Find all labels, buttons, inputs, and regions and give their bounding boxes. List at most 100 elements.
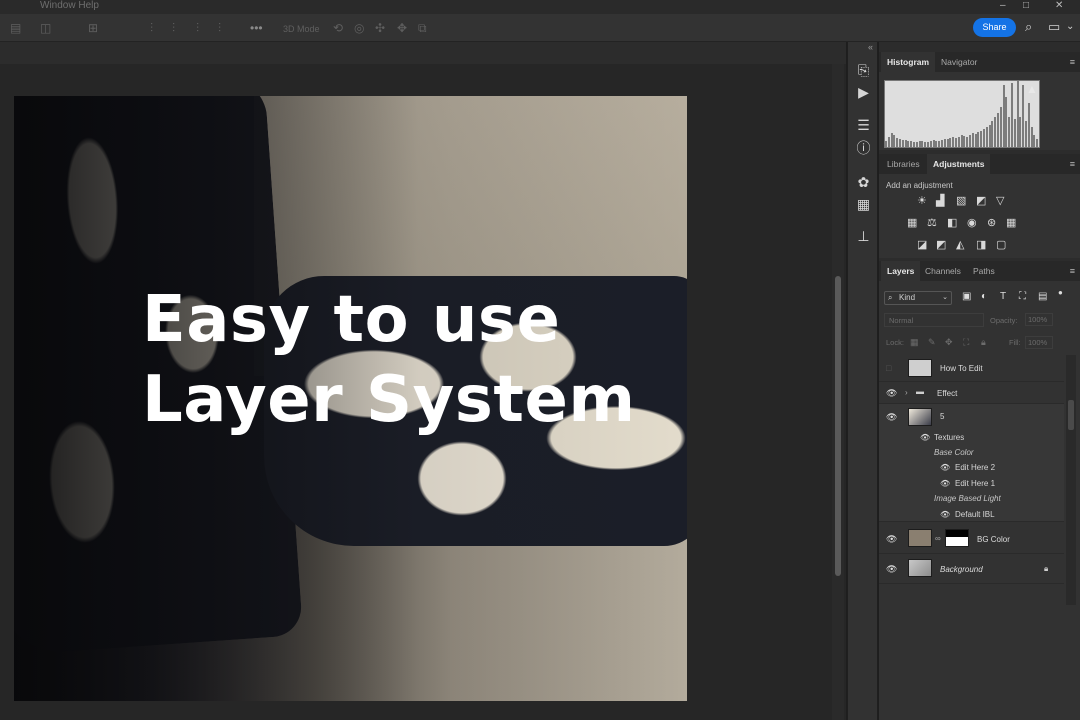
actions-play-icon[interactable]: ▶	[848, 84, 879, 100]
warning-icon[interactable]: ▲	[1026, 82, 1038, 96]
eye-icon[interactable]: 👁︎	[886, 564, 897, 575]
eye-icon[interactable]: 👁︎	[886, 412, 897, 423]
tab-adjustments[interactable]: Adjustments	[927, 154, 991, 174]
hue-saturation-icon[interactable]: ▦	[907, 217, 917, 229]
history-icon[interactable]: ⎘	[848, 62, 879, 78]
histogram-bar	[924, 142, 927, 147]
vibrance-icon[interactable]: ▽	[996, 195, 1004, 207]
tool-option-icon[interactable]: ⊞	[88, 21, 98, 35]
selective-color-icon[interactable]: ▢	[996, 239, 1006, 251]
collapse-icon[interactable]: «	[868, 42, 873, 52]
eye-icon[interactable]: 👁︎	[940, 463, 950, 472]
properties-icon[interactable]: ☰	[848, 117, 879, 133]
posterize-icon[interactable]: ◩	[936, 239, 946, 251]
eye-icon[interactable]: 👁︎	[920, 433, 930, 442]
link-icon[interactable]: ∞	[935, 534, 941, 543]
edit-here-2-label[interactable]: Edit Here 2	[955, 463, 995, 472]
filter-type-icon[interactable]: T	[1000, 291, 1006, 302]
brightness-icon[interactable]: ☀	[917, 195, 927, 207]
workspace-icon[interactable]: ▭	[1048, 19, 1060, 35]
filter-toggle-icon[interactable]: ●	[1058, 288, 1063, 297]
filter-shape-icon[interactable]: ⛶	[1019, 291, 1026, 302]
levels-icon[interactable]: ▟	[936, 195, 944, 207]
edit-here-1-label[interactable]: Edit Here 1	[955, 479, 995, 488]
histogram-bar	[960, 135, 963, 147]
align-icon[interactable]: ⫶	[196, 21, 199, 35]
tool-option-icon[interactable]: ◫	[40, 21, 51, 35]
3d-slide-icon[interactable]: ✥	[397, 21, 407, 35]
eye-icon[interactable]: 👁︎	[940, 510, 950, 519]
3d-pan-icon[interactable]: ✣	[375, 21, 385, 35]
clone-source-icon[interactable]: ⊥	[848, 228, 879, 244]
more-options-icon[interactable]: •••	[250, 21, 263, 35]
invert-icon[interactable]: ◪	[917, 239, 927, 251]
layer-row-background[interactable]: 👁︎ Background 🔒︎	[879, 554, 1064, 584]
close-icon[interactable]: ✕	[1055, 0, 1063, 12]
align-icon[interactable]: ⫶	[150, 21, 153, 35]
eye-icon[interactable]: 👁︎	[940, 479, 950, 488]
panel-menu-icon[interactable]: ≡	[1070, 57, 1075, 67]
color-lookup-icon[interactable]: ▦	[1006, 217, 1016, 229]
lock-all-icon[interactable]: 🔒︎	[981, 337, 986, 348]
tab-histogram[interactable]: Histogram	[881, 52, 936, 72]
opacity-field[interactable]: 100%	[1025, 313, 1053, 326]
scrollbar-thumb[interactable]	[835, 276, 841, 576]
layer-row-smart-object[interactable]: 👁︎ 5 👁︎ Textures Base Color 👁︎ Edit Here…	[879, 404, 1064, 522]
chevron-right-icon[interactable]: ›	[905, 388, 908, 397]
maximize-icon[interactable]: □	[1023, 0, 1029, 12]
align-icon[interactable]: ⫶	[172, 21, 175, 35]
share-button[interactable]: Share	[973, 18, 1016, 37]
gradient-map-icon[interactable]: ◨	[976, 239, 986, 251]
layer-kind-filter[interactable]: ⌕ Kind ⌄	[884, 291, 952, 305]
tool-option-icon[interactable]: ▤	[10, 21, 21, 35]
swatches-icon[interactable]: ✿	[848, 174, 879, 190]
lock-artboard-icon[interactable]: ⛶	[963, 337, 969, 348]
blend-mode-select[interactable]: Normal	[884, 313, 984, 327]
threshold-icon[interactable]: ◭	[956, 239, 964, 251]
menu-fragment[interactable]: Window Help	[40, 0, 99, 12]
textures-label: Textures	[934, 433, 965, 442]
align-icon[interactable]: ⫶	[218, 21, 221, 35]
info-icon[interactable]: ⓘ	[848, 140, 879, 156]
channel-mixer-icon[interactable]: ⊛	[987, 217, 996, 229]
visibility-toggle-icon[interactable]: □	[886, 363, 891, 373]
filter-adjustment-icon[interactable]: ◐	[981, 291, 987, 302]
curves-icon[interactable]: ▧	[956, 195, 966, 207]
filter-smart-object-icon[interactable]: ▤	[1038, 291, 1047, 302]
tab-navigator[interactable]: Navigator	[935, 52, 983, 72]
grid-icon[interactable]: ▦	[848, 196, 879, 212]
layer-row-how-to-edit[interactable]: □ How To Edit	[879, 355, 1064, 382]
photo-filter-icon[interactable]: ◉	[967, 217, 977, 229]
canvas-scrollbar[interactable]	[832, 64, 844, 720]
minimize-icon[interactable]: –	[1000, 0, 1006, 12]
tab-libraries[interactable]: Libraries	[881, 154, 926, 174]
panel-menu-icon[interactable]: ≡	[1070, 159, 1075, 169]
tab-layers[interactable]: Layers	[881, 261, 921, 281]
black-white-icon[interactable]: ◧	[947, 217, 957, 229]
3d-orbit-icon[interactable]: ⟲	[333, 21, 343, 35]
layer-mask-thumbnail[interactable]	[945, 529, 969, 547]
lock-transparent-icon[interactable]: ▦	[910, 337, 919, 348]
color-balance-icon[interactable]: ⚖	[927, 217, 937, 229]
layer-row-effect[interactable]: 👁︎ › ▬ Effect	[879, 382, 1064, 404]
layers-scrollbar[interactable]	[1066, 355, 1076, 605]
layer-thumbnail	[908, 359, 932, 377]
scrollbar-thumb[interactable]	[1068, 400, 1074, 430]
eye-icon[interactable]: 👁︎	[886, 388, 897, 399]
tab-channels[interactable]: Channels	[919, 261, 967, 281]
tab-paths[interactable]: Paths	[967, 261, 1001, 281]
eye-icon[interactable]: 👁︎	[886, 534, 897, 545]
default-ibl-label[interactable]: Default IBL	[955, 510, 995, 519]
layer-row-bg-color[interactable]: 👁︎ ∞ BG Color	[879, 523, 1064, 554]
lock-position-icon[interactable]: ✥	[945, 337, 953, 348]
lock-paint-icon[interactable]: ✎	[928, 337, 936, 348]
exposure-icon[interactable]: ◩	[976, 195, 986, 207]
3d-roll-icon[interactable]: ◎	[354, 21, 364, 35]
lock-icon[interactable]: 🔒︎	[1044, 564, 1048, 574]
filter-pixel-icon[interactable]: ▣	[962, 291, 971, 302]
panel-menu-icon[interactable]: ≡	[1070, 266, 1075, 276]
search-icon[interactable]: ⌕	[1025, 19, 1032, 35]
chevron-down-icon[interactable]: ⌄	[1066, 19, 1074, 35]
3d-scale-icon[interactable]: ⧉	[418, 21, 427, 35]
fill-field[interactable]: 100%	[1025, 336, 1053, 349]
